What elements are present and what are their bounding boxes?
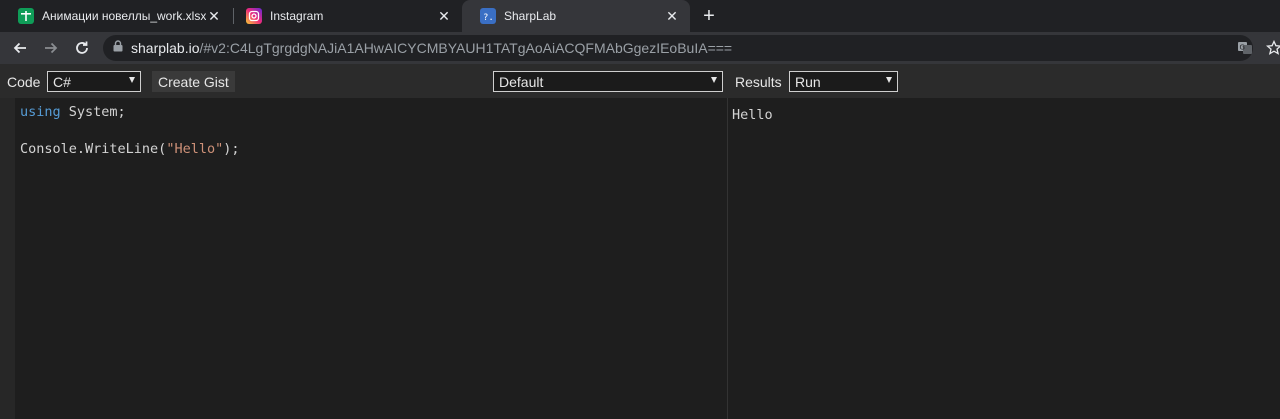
language-value: C# <box>53 73 71 90</box>
language-select[interactable]: C# <box>47 71 141 92</box>
lock-icon <box>113 39 123 57</box>
address-url: sharplab.io/#v2:C4LgTgrgdgNAJiA1AHwAICYC… <box>131 40 732 56</box>
tab-sharplab[interactable]: ?. SharpLab ✕ <box>462 0 690 32</box>
close-tab-icon[interactable]: ✕ <box>206 8 222 24</box>
sharplab-icon: ?. <box>480 8 496 24</box>
tab-title: Instagram <box>270 9 324 23</box>
translate-icon[interactable]: G <box>1233 36 1257 60</box>
reload-icon <box>76 41 88 54</box>
browser-tab-strip: Анимации новеллы_work.xlsx - Google ✕ In… <box>0 0 1280 32</box>
branch-select[interactable]: Default <box>493 71 723 92</box>
sharplab-header: Code C# Create Gist Default Results Run <box>0 64 1280 98</box>
instagram-icon <box>246 8 262 24</box>
code-content[interactable]: using System; Console.WriteLine("Hello")… <box>20 103 239 159</box>
back-button[interactable] <box>8 36 32 60</box>
tab-instagram[interactable]: Instagram ✕ <box>228 0 462 32</box>
code-line: using System; <box>20 103 239 122</box>
svg-text:?.: ?. <box>483 13 494 22</box>
bookmark-star-icon[interactable] <box>1262 36 1280 60</box>
code-string: "Hello" <box>166 141 224 157</box>
code-text: ); <box>223 141 240 157</box>
close-tab-icon[interactable]: ✕ <box>436 8 452 24</box>
create-gist-button[interactable]: Create Gist <box>152 71 235 92</box>
mode-value: Run <box>795 73 821 90</box>
code-editor[interactable]: using System; Console.WriteLine("Hello")… <box>0 98 727 419</box>
results-label: Results <box>735 74 782 90</box>
svg-text:G: G <box>1240 44 1245 52</box>
code-line: Console.WriteLine("Hello"); <box>20 140 239 159</box>
code-label: Code <box>7 74 41 90</box>
arrow-left-icon <box>13 42 26 54</box>
editor-gutter <box>0 98 15 419</box>
mode-select[interactable]: Run <box>789 71 898 92</box>
sheets-icon <box>18 8 34 24</box>
tab-sheets[interactable]: Анимации новеллы_work.xlsx - Google ✕ <box>0 0 232 32</box>
forward-button[interactable] <box>39 36 63 60</box>
dropdown-arrow-icon <box>129 77 135 83</box>
close-tab-icon[interactable]: ✕ <box>664 8 680 24</box>
new-tab-button[interactable]: + <box>697 4 721 28</box>
code-keyword: using <box>20 104 61 120</box>
address-host: sharplab.io <box>131 40 200 56</box>
reload-button[interactable] <box>70 36 94 60</box>
tab-title: SharpLab <box>504 9 557 23</box>
results-pane: Hello <box>728 98 1280 419</box>
run-output: Hello <box>732 107 773 123</box>
address-bar[interactable]: sharplab.io/#v2:C4LgTgrgdgNAJiA1AHwAICYC… <box>103 35 1253 61</box>
browser-toolbar: sharplab.io/#v2:C4LgTgrgdgNAJiA1AHwAICYC… <box>0 32 1280 64</box>
arrow-right-icon <box>45 42 58 54</box>
address-path: /#v2:C4LgTgrgdgNAJiA1AHwAICYCMBYAUH1TATg… <box>199 40 733 56</box>
branch-value: Default <box>499 73 544 90</box>
tab-title: Анимации новеллы_work.xlsx - Google <box>42 9 206 23</box>
dropdown-arrow-icon <box>711 77 717 83</box>
dropdown-arrow-icon <box>886 77 892 83</box>
code-text: System; <box>60 104 126 120</box>
code-text: Console.WriteLine( <box>20 141 167 157</box>
